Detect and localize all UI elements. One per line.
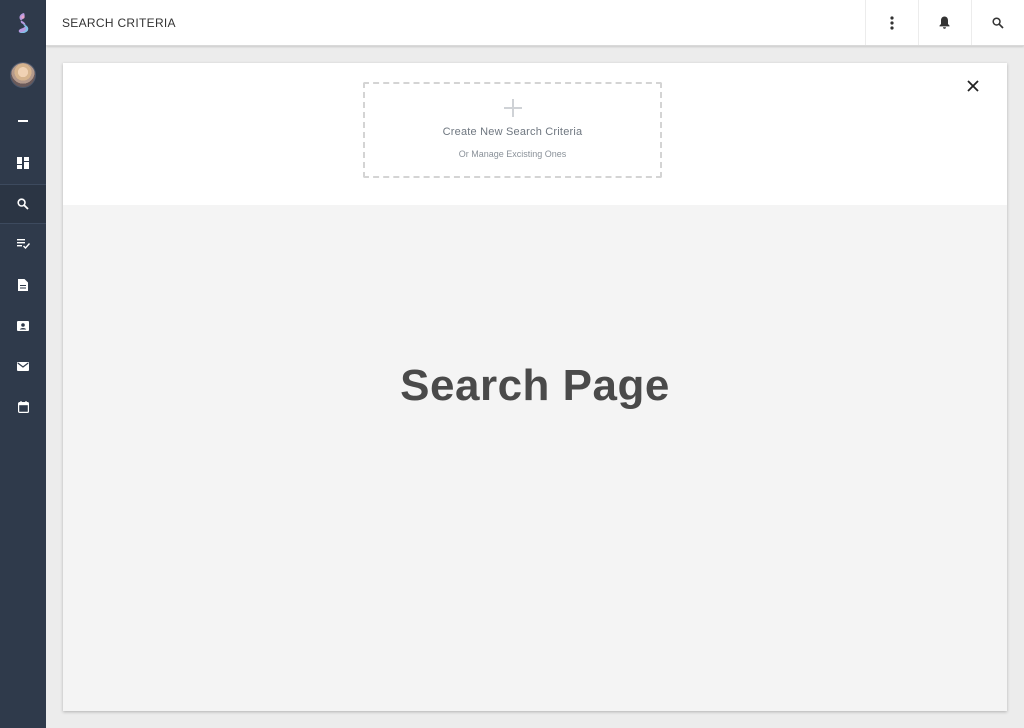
sidebar-item-calendar[interactable] [0,387,46,427]
close-icon [967,80,979,92]
document-icon [18,279,28,291]
bell-icon [939,16,950,29]
page-heading: Search Page [400,361,670,410]
user-avatar-button[interactable] [0,54,46,96]
plus-icon [504,99,522,117]
collapse-button[interactable] [0,101,46,141]
notifications-button[interactable] [918,0,970,45]
sidebar [0,0,46,728]
sidebar-item-contacts[interactable] [0,306,46,346]
search-criteria-panel: Create New Search Criteria Or Manage Exc… [63,63,1007,205]
sidebar-item-dashboard[interactable] [0,143,46,183]
calendar-icon [17,401,29,413]
minus-icon [18,120,28,122]
sidebar-item-tasks[interactable] [0,224,46,264]
avatar [10,62,36,88]
more-options-button[interactable] [865,0,917,45]
top-header: SEARCH CRITERIA [46,0,1024,46]
page-title: SEARCH CRITERIA [62,16,176,30]
more-vert-icon [889,15,894,30]
dashboard-icon [17,157,29,169]
create-criteria-subtitle: Or Manage Excisting Ones [458,149,567,159]
playlist-check-icon [16,239,30,249]
search-card: Create New Search Criteria Or Manage Exc… [63,63,1007,711]
create-search-criteria-button[interactable]: Create New Search Criteria Or Manage Exc… [363,82,662,178]
sidebar-item-mail[interactable] [0,346,46,386]
contact-card-icon [17,321,29,331]
close-button[interactable] [963,76,983,96]
search-icon [991,16,1004,29]
sidebar-item-documents[interactable] [0,265,46,305]
app-logo[interactable] [0,2,46,44]
sidebar-item-search[interactable] [0,184,46,224]
header-search-button[interactable] [971,0,1023,45]
mail-icon [17,361,29,371]
search-icon [17,198,29,210]
create-criteria-title: Create New Search Criteria [442,126,583,138]
logo-icon [18,13,29,34]
